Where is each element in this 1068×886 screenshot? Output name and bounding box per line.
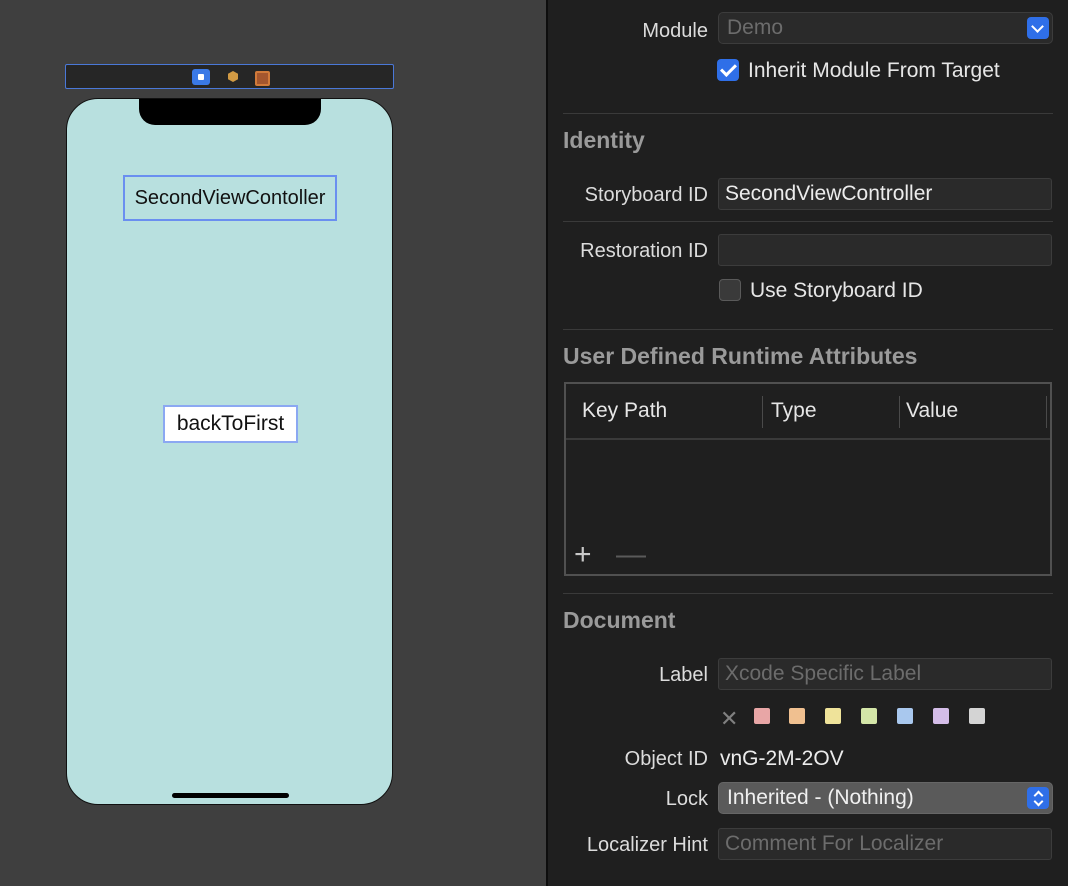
identity-inspector: Module Demo Inherit Module From Target I… — [548, 0, 1068, 886]
lock-popup[interactable]: Inherited - (Nothing) — [718, 782, 1053, 814]
inherit-module-checkbox[interactable] — [717, 59, 739, 81]
storyboard-canvas[interactable]: SecondViewContoller backToFirst — [0, 0, 546, 886]
color-swatch-orange[interactable] — [789, 708, 805, 724]
column-divider[interactable] — [899, 396, 900, 428]
lock-value: Inherited - (Nothing) — [727, 786, 914, 809]
module-label: Module — [642, 20, 708, 42]
back-to-first-button[interactable]: backToFirst — [163, 405, 298, 443]
first-responder-icon[interactable] — [224, 69, 242, 85]
clear-color-icon[interactable]: ✕ — [720, 706, 738, 732]
object-id-value: vnG-2M-2OV — [720, 747, 844, 770]
scene-dock[interactable] — [65, 64, 394, 89]
exit-icon[interactable] — [252, 69, 270, 86]
chevron-updown-icon[interactable] — [1027, 787, 1049, 809]
object-id-label: Object ID — [624, 748, 708, 770]
runtime-attributes-table[interactable]: Key Path Type Value + — — [564, 382, 1052, 576]
view-controller-scene[interactable]: SecondViewContoller backToFirst — [66, 98, 393, 805]
localizer-hint-field[interactable] — [718, 828, 1052, 860]
identity-section-title: Identity — [563, 127, 645, 153]
color-swatch-gray[interactable] — [969, 708, 985, 724]
title-label[interactable]: SecondViewContoller — [123, 175, 337, 221]
device-notch — [139, 99, 321, 125]
home-indicator — [172, 793, 289, 798]
color-swatch-purple[interactable] — [933, 708, 949, 724]
module-popup[interactable]: Demo — [718, 12, 1053, 44]
label-input[interactable] — [725, 662, 1045, 686]
column-divider[interactable] — [762, 396, 763, 428]
separator — [563, 329, 1053, 330]
table-header: Key Path Type Value — [566, 384, 1050, 440]
label-field[interactable] — [718, 658, 1052, 690]
inherit-module-label[interactable]: Inherit Module From Target — [748, 59, 1000, 83]
use-storyboard-id-checkbox[interactable] — [719, 279, 741, 301]
color-swatch-red[interactable] — [754, 708, 770, 724]
separator — [563, 113, 1053, 114]
storyboard-id-label: Storyboard ID — [584, 184, 708, 206]
restoration-id-field[interactable] — [718, 234, 1052, 266]
localizer-hint-label: Localizer Hint — [586, 834, 708, 856]
lock-label: Lock — [665, 788, 708, 810]
color-swatch-yellow[interactable] — [825, 708, 841, 724]
color-swatch-green[interactable] — [861, 708, 877, 724]
separator — [563, 593, 1053, 594]
module-value: Demo — [727, 16, 784, 39]
column-header-type[interactable]: Type — [771, 399, 817, 423]
restoration-id-label: Restoration ID — [580, 240, 708, 262]
color-swatch-blue[interactable] — [897, 708, 913, 724]
use-storyboard-id-label[interactable]: Use Storyboard ID — [750, 279, 923, 303]
document-section-title: Document — [563, 607, 676, 633]
column-header-key-path[interactable]: Key Path — [582, 399, 667, 423]
chevron-down-icon[interactable] — [1027, 17, 1049, 39]
restoration-id-input[interactable] — [725, 238, 1045, 262]
storyboard-id-field[interactable] — [718, 178, 1052, 210]
runtime-attributes-title: User Defined Runtime Attributes — [563, 343, 918, 369]
storyboard-id-input[interactable] — [725, 182, 1045, 206]
remove-attribute-button[interactable]: — — [616, 540, 646, 570]
label-label: Label — [659, 664, 708, 686]
add-attribute-button[interactable]: + — [574, 540, 592, 570]
column-divider[interactable] — [1046, 396, 1047, 428]
separator — [563, 221, 1053, 222]
view-controller-icon[interactable] — [192, 69, 210, 85]
column-header-value[interactable]: Value — [906, 399, 958, 423]
localizer-hint-input[interactable] — [725, 832, 1045, 856]
